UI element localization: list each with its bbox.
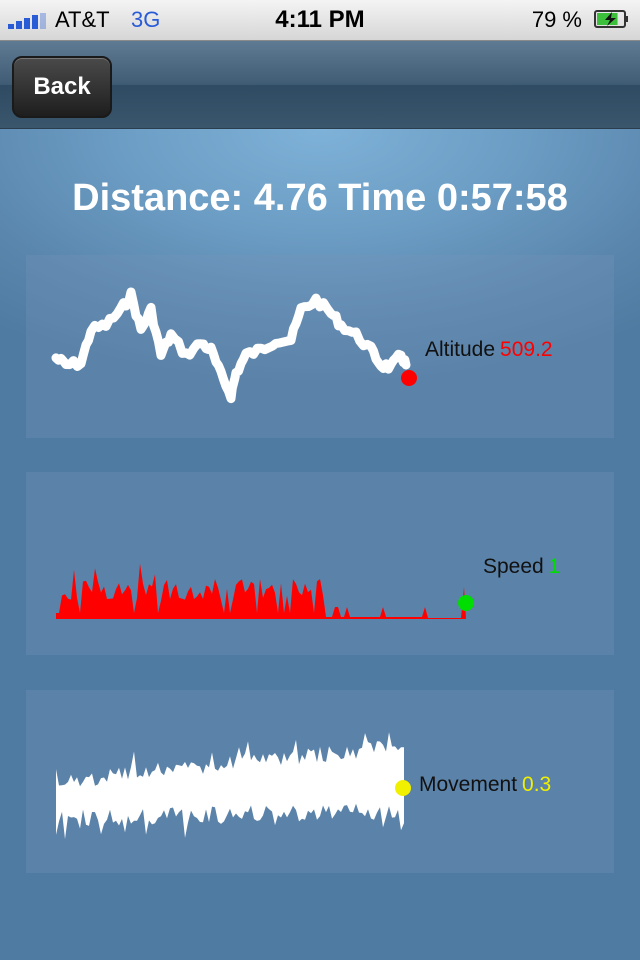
- distance-time-summary: Distance: 4.76 Time 0:57:58: [72, 177, 568, 219]
- speed-area: [56, 563, 466, 619]
- speed-label: Speed 1: [483, 555, 560, 579]
- movement-panel: Movement 0.3: [26, 690, 614, 873]
- movement-label-text: Movement: [419, 773, 518, 796]
- altitude-value: 509.2: [500, 338, 553, 361]
- speed-current-marker: [458, 595, 474, 611]
- status-bar: AT&T 3G 4:11 PM 79 %: [0, 0, 640, 41]
- altitude-label-text: Altitude: [425, 338, 496, 361]
- back-button[interactable]: Back: [12, 56, 112, 118]
- navigation-bar: Back: [0, 41, 640, 129]
- main-content: Distance: 4.76 Time 0:57:58 Altitude 509.…: [0, 129, 640, 960]
- altitude-panel: Altitude 509.2: [26, 255, 614, 438]
- movement-value: 0.3: [522, 773, 552, 796]
- speed-value: 1: [548, 555, 561, 578]
- altitude-label: Altitude 509.2: [425, 338, 553, 362]
- altitude-line: [51, 287, 411, 404]
- battery-percentage: 79 %: [531, 7, 582, 32]
- movement-label: Movement 0.3: [419, 773, 551, 797]
- altitude-current-marker: [401, 370, 417, 386]
- speed-label-text: Speed: [483, 555, 544, 578]
- movement-current-marker: [395, 780, 411, 796]
- battery-charging-icon: [594, 10, 628, 28]
- movement-area: [56, 732, 404, 840]
- speed-panel: Speed 1: [26, 472, 614, 655]
